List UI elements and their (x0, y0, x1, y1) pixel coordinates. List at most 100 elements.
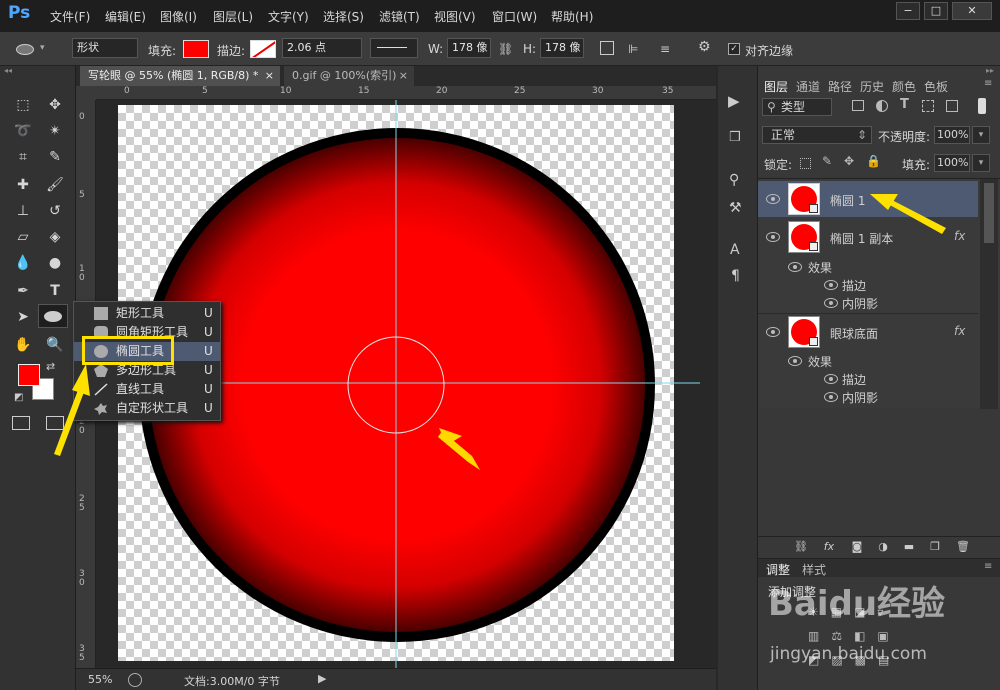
menu-layer[interactable]: 图层(L) (213, 8, 253, 25)
smart-object-filter-icon[interactable] (946, 100, 958, 112)
eye-icon[interactable] (824, 392, 838, 402)
fx-icon[interactable]: fx (954, 229, 965, 243)
fill-color-swatch[interactable] (183, 40, 209, 58)
opacity-input[interactable]: 100% (934, 126, 970, 144)
width-input[interactable]: 178 像 (447, 38, 491, 58)
new-adjustment-icon[interactable]: ◑ (874, 540, 892, 556)
fill-input[interactable]: 100% (934, 154, 970, 172)
fx-icon[interactable]: fx (820, 540, 838, 556)
hand-tool-icon[interactable]: ✋ (12, 334, 34, 356)
close-icon[interactable]: × (265, 66, 274, 86)
play-action-icon[interactable]: ▶ (728, 92, 740, 110)
adjustment-filter-icon[interactable] (876, 100, 888, 112)
type-filter-icon[interactable]: T (900, 97, 909, 112)
layer-filter-select[interactable]: ⚲ 类型 (762, 98, 832, 116)
tool-presets-icon[interactable]: ⚒ (729, 200, 742, 216)
tab-paths[interactable]: 路径 (828, 78, 852, 95)
close-icon[interactable]: × (399, 66, 408, 86)
tab-color[interactable]: 颜色 (892, 78, 916, 95)
brush-tool-icon[interactable]: 🖌 (44, 174, 66, 196)
panel-collapse-icon[interactable]: ◂◂ (0, 66, 76, 75)
menu-select[interactable]: 选择(S) (323, 8, 364, 25)
character-icon[interactable]: A (730, 242, 740, 258)
path-arrangement-icon[interactable]: ≡ (660, 42, 670, 56)
status-menu-arrow-icon[interactable]: ▶ (318, 672, 326, 685)
default-colors-icon[interactable]: ◩ (14, 392, 23, 403)
maximize-button[interactable]: □ (924, 2, 948, 20)
stroke-color-swatch[interactable] (250, 40, 276, 58)
link-layers-icon[interactable]: ⛓ (792, 540, 810, 556)
eye-icon[interactable] (766, 327, 780, 337)
tab-styles[interactable]: 样式 (802, 561, 826, 578)
lasso-tool-icon[interactable]: ➰ (12, 120, 34, 142)
eye-icon[interactable] (788, 262, 802, 272)
paint-bucket-icon[interactable]: ◈ (44, 226, 66, 248)
eye-icon[interactable] (766, 194, 780, 204)
close-window-button[interactable]: ✕ (952, 2, 992, 20)
ellipse-tool-button[interactable] (38, 304, 68, 328)
zoom-level[interactable]: 55% (88, 673, 112, 686)
panel-collapse-icon[interactable]: ▸▸ (758, 66, 1000, 76)
3d-icon[interactable]: ❒ (729, 130, 741, 145)
flyout-item-rectangle[interactable]: 矩形工具 U (74, 304, 220, 323)
layer-row-eyeball-base[interactable]: 眼球底面 fx (758, 314, 978, 350)
magic-wand-icon[interactable]: ✴ (44, 120, 66, 142)
scrollbar-thumb[interactable] (984, 183, 994, 243)
layers-scrollbar[interactable] (980, 179, 998, 409)
minimize-button[interactable]: − (896, 2, 920, 20)
path-operations-icon[interactable] (600, 41, 614, 55)
lock-position-icon[interactable]: ✥ (844, 154, 854, 168)
tab-layers[interactable]: 图层 (764, 78, 788, 95)
eye-icon[interactable] (766, 232, 780, 242)
lock-brush-icon[interactable]: ✎ (822, 154, 832, 168)
menu-help[interactable]: 帮助(H) (551, 8, 593, 25)
align-edges-checkbox[interactable]: ✓ (728, 43, 740, 55)
menu-view[interactable]: 视图(V) (434, 8, 476, 25)
menu-window[interactable]: 窗口(W) (492, 8, 537, 25)
tab-history[interactable]: 历史 (860, 78, 884, 95)
clone-stamp-icon[interactable]: ⊥ (12, 200, 34, 222)
eye-icon[interactable] (824, 298, 838, 308)
filter-toggle[interactable] (978, 98, 986, 114)
mode-select[interactable]: 形状 (72, 38, 138, 58)
type-tool-icon[interactable]: T (44, 280, 66, 302)
blur-tool-icon[interactable]: 💧 (12, 252, 34, 274)
menu-filter[interactable]: 滤镜(T) (379, 8, 420, 25)
add-mask-icon[interactable]: ◙ (848, 540, 866, 556)
tab-adjustments[interactable]: 调整 (766, 561, 790, 578)
path-alignment-icon[interactable]: ⊫ (628, 42, 638, 56)
adjustment-icons-row-3[interactable]: ◩▨▩▤ (808, 653, 901, 667)
height-input[interactable]: 178 像 (540, 38, 584, 58)
crop-tool-icon[interactable]: ⌗ (12, 146, 34, 168)
menu-edit[interactable]: 编辑(E) (105, 8, 146, 25)
adjustment-icons-row-2[interactable]: ▥⚖◧▣ (808, 629, 901, 643)
quick-mask-icon[interactable] (12, 416, 30, 430)
new-group-icon[interactable]: ▬ (900, 540, 918, 556)
zoom-tool-icon[interactable]: 🔍 (44, 334, 66, 356)
eye-icon[interactable] (824, 280, 838, 290)
move-tool-icon[interactable]: ✥ (44, 94, 66, 116)
menu-image[interactable]: 图像(I) (160, 8, 197, 25)
tab-swatches[interactable]: 色板 (924, 78, 948, 95)
menu-type[interactable]: 文字(Y) (268, 8, 309, 25)
chevron-down-icon[interactable]: ▾ (972, 126, 990, 144)
chevron-down-icon[interactable]: ▾ (972, 154, 990, 172)
new-layer-icon[interactable]: ❐ (926, 540, 944, 556)
tab-active-document[interactable]: 写轮眼 @ 55% (椭圆 1, RGB/8) * × (80, 66, 280, 86)
tab-document-gif[interactable]: 0.gif @ 100%(索引) × (284, 66, 414, 86)
stroke-type-select[interactable] (370, 38, 418, 58)
marquee-tool-icon[interactable]: ⬚ (12, 94, 34, 116)
paragraph-icon[interactable]: ¶ (731, 268, 740, 284)
lock-all-icon[interactable]: 🔒 (866, 154, 881, 168)
tab-channels[interactable]: 通道 (796, 78, 820, 95)
path-selection-icon[interactable]: ➤ (12, 306, 34, 328)
lock-transparent-icon[interactable] (800, 158, 811, 169)
foreground-color-swatch[interactable] (18, 364, 40, 386)
blend-mode-select[interactable]: 正常 ⇕ (762, 126, 872, 144)
healing-brush-icon[interactable]: ✚ (12, 174, 34, 196)
trash-icon[interactable]: 🗑 (954, 540, 972, 556)
adjustment-icons-row-1[interactable]: ☀▦◪▿ (808, 605, 895, 619)
shape-filter-icon[interactable] (922, 100, 934, 112)
eye-icon[interactable] (824, 374, 838, 384)
pen-tool-icon[interactable]: ✒ (12, 280, 34, 302)
